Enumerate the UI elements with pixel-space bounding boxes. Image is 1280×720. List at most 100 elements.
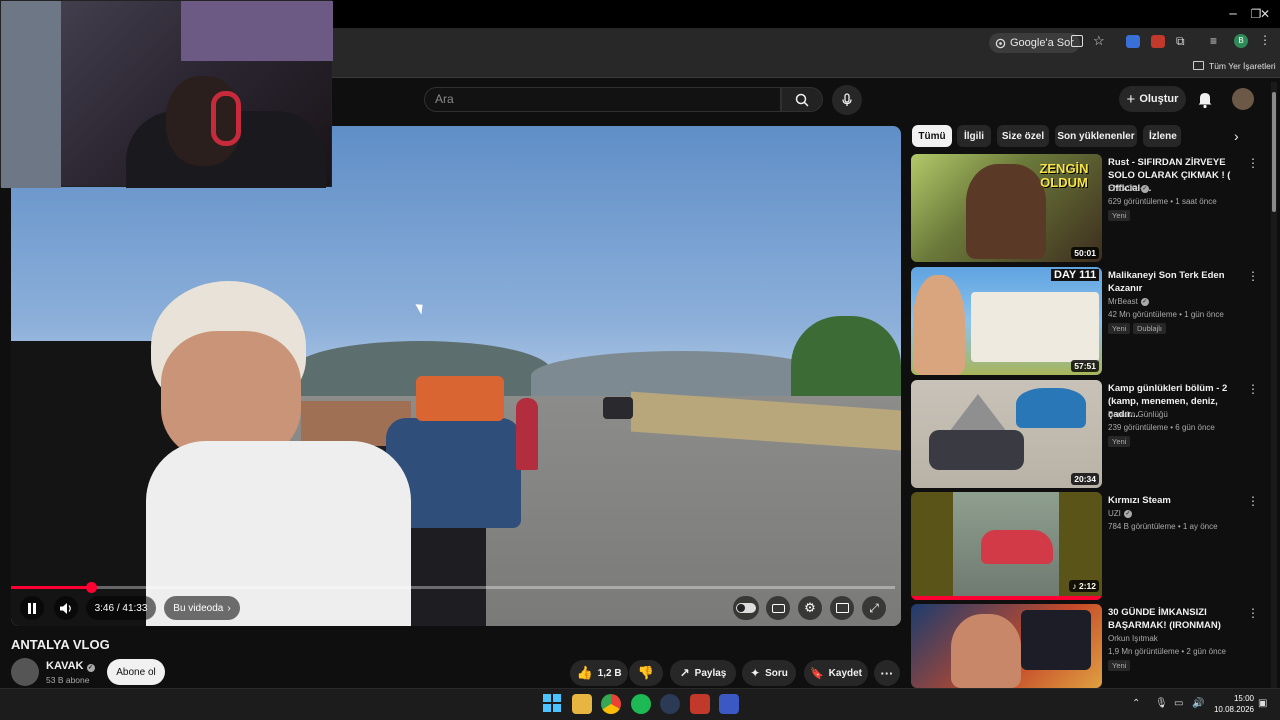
- watched-progress: [911, 596, 1102, 600]
- chip-recent[interactable]: Son yüklenenler: [1055, 125, 1137, 147]
- video-frame-orange-truck: [416, 376, 504, 421]
- search-input[interactable]: Ara: [424, 87, 781, 112]
- notifications-button[interactable]: [1194, 88, 1216, 110]
- channel-name[interactable]: KAVAK ✓: [46, 660, 95, 672]
- recommendation-item[interactable]: ZENGİN OLDUM 50:01 Rust - SIFIRDAN ZİRVE…: [911, 154, 1266, 262]
- video-thumbnail[interactable]: ZENGİN OLDUM 50:01: [911, 154, 1102, 262]
- recommendation-item[interactable]: DAY 111 57:51 Malikaneyi Son Terk Eden K…: [911, 267, 1266, 375]
- more-vertical-icon[interactable]: ⋮: [1247, 269, 1259, 283]
- recommendation-item[interactable]: ♪ 2:12 Kırmızı Steam UZI ✓ 784 B görüntül…: [911, 492, 1266, 600]
- recommendation-title[interactable]: Kırmızı Steam: [1108, 494, 1243, 507]
- profile-avatar[interactable]: B: [1234, 34, 1248, 48]
- settings-button[interactable]: ⚙: [798, 596, 822, 620]
- windows-start-icon[interactable]: [543, 694, 563, 714]
- app-red-icon[interactable]: [690, 694, 710, 714]
- chapters-button[interactable]: Bu videoda ›: [164, 596, 240, 620]
- verified-icon: ✓: [1123, 509, 1132, 518]
- recommendation-title[interactable]: 30 GÜNDE İMKANSIZI BAŞARMAK! (IRONMAN): [1108, 606, 1243, 632]
- cast-icon[interactable]: [1071, 35, 1083, 47]
- scrollbar-thumb[interactable]: [1272, 92, 1276, 212]
- thumbnail-tent-gray: [949, 394, 1007, 432]
- tray-mic-icon[interactable]: 🎙: [1155, 698, 1168, 709]
- file-explorer-icon[interactable]: [572, 694, 592, 714]
- video-thumbnail[interactable]: 20:34: [911, 380, 1102, 488]
- recommendation-item[interactable]: 30 GÜNDE İMKANSIZI BAŞARMAK! (IRONMAN) O…: [911, 604, 1266, 688]
- subscribe-button[interactable]: Abone ol: [107, 659, 165, 685]
- chrome-icon[interactable]: [601, 694, 621, 714]
- close-button[interactable]: ✕: [1254, 4, 1276, 24]
- video-thumbnail[interactable]: DAY 111 57:51: [911, 267, 1102, 375]
- more-vertical-icon[interactable]: ⋮: [1247, 382, 1259, 396]
- pause-button[interactable]: [20, 596, 44, 620]
- fullscreen-icon: ⤢: [869, 600, 879, 615]
- search-button[interactable]: [781, 87, 823, 112]
- recommendation-title[interactable]: Malikaneyi Son Terk Eden Kazanır: [1108, 269, 1243, 295]
- recommendation-channel[interactable]: UZI ✓: [1108, 509, 1132, 518]
- extensions-puzzle-icon[interactable]: ⧉: [1176, 34, 1185, 49]
- autoplay-toggle[interactable]: [733, 596, 759, 620]
- more-vertical-icon[interactable]: ⋮: [1247, 494, 1259, 508]
- toggle-track: [736, 603, 756, 613]
- recommendation-meta: 629 görüntüleme • 1 saat önce: [1108, 197, 1217, 206]
- thumbnail-mansion: [971, 292, 1099, 362]
- extension-red-icon[interactable]: [1151, 35, 1165, 48]
- tray-chevron-icon[interactable]: ⌃: [1132, 698, 1140, 709]
- more-actions-button[interactable]: ···: [874, 660, 900, 686]
- extension-discord-icon[interactable]: [1126, 35, 1140, 48]
- create-label: Oluştur: [1139, 93, 1179, 105]
- thumbs-up-icon: 👍: [576, 665, 593, 681]
- video-duration: 57:51: [1071, 360, 1099, 372]
- recommendation-channel[interactable]: Orkun Işıtmak: [1108, 634, 1158, 643]
- more-vertical-icon[interactable]: ⋮: [1247, 606, 1259, 620]
- notification-center-icon[interactable]: ▣: [1258, 698, 1267, 709]
- channel-avatar[interactable]: [11, 658, 39, 686]
- video-thumbnail[interactable]: ♪ 2:12: [911, 492, 1102, 600]
- sparkle-icon: ✦: [750, 666, 761, 680]
- share-button[interactable]: ↗ Paylaş: [670, 660, 736, 686]
- recommendation-channel[interactable]: MrBeast ✓: [1108, 297, 1149, 306]
- video-player[interactable]: [11, 126, 901, 626]
- chip-related[interactable]: İlgili: [957, 125, 991, 147]
- steam-icon[interactable]: [660, 694, 680, 714]
- recommendation-channel[interactable]: Berat'ın Günlüğü: [1108, 410, 1168, 419]
- chip-for-you[interactable]: Size özel: [997, 125, 1049, 147]
- video-thumbnail[interactable]: [911, 604, 1102, 688]
- recommendation-item[interactable]: 20:34 Kamp günlükleri bölüm - 2 (kamp, m…: [911, 380, 1266, 488]
- miniplayer-button[interactable]: [830, 596, 854, 620]
- video-duration: ♪ 2:12: [1069, 580, 1099, 592]
- chips-next-icon[interactable]: ›: [1234, 128, 1239, 144]
- progress-played: [11, 586, 92, 589]
- chip-all[interactable]: Tümü: [912, 125, 952, 147]
- tray-volume-icon[interactable]: 🔊: [1192, 698, 1204, 709]
- chip-watched[interactable]: İzlene: [1143, 125, 1181, 147]
- create-button[interactable]: + Oluştur: [1119, 86, 1186, 112]
- like-button[interactable]: 👍 1,2 B: [570, 660, 628, 686]
- dislike-button[interactable]: 👎: [629, 660, 663, 686]
- media-control-icon[interactable]: ≡: [1210, 34, 1217, 48]
- minimize-button[interactable]: ─: [1222, 4, 1244, 24]
- recommendation-channel[interactable]: ENGOO ✓: [1108, 184, 1149, 193]
- recommendation-meta: 42 Mn görüntüleme • 1 gün önce: [1108, 310, 1224, 319]
- subtitles-button[interactable]: [766, 596, 790, 620]
- spotify-icon[interactable]: [631, 694, 651, 714]
- account-avatar[interactable]: [1232, 88, 1254, 110]
- save-button[interactable]: 🔖 Kaydet: [804, 660, 868, 686]
- microphone-icon: [842, 93, 852, 106]
- ask-button[interactable]: ✦ Soru: [742, 660, 796, 686]
- verified-icon: ✓: [1140, 297, 1149, 306]
- voice-search-button[interactable]: [832, 85, 862, 115]
- progress-bar[interactable]: [11, 582, 895, 593]
- browser-menu-icon[interactable]: ⋮: [1259, 33, 1271, 47]
- taskbar-clock[interactable]: 15:00 10.08.2026: [1210, 693, 1254, 715]
- volume-button[interactable]: [54, 596, 78, 620]
- app-blue-icon[interactable]: [719, 694, 739, 714]
- bookmark-star-icon[interactable]: ☆: [1093, 33, 1105, 49]
- more-vertical-icon[interactable]: ⋮: [1247, 156, 1259, 170]
- fullscreen-button[interactable]: ⤢: [862, 596, 886, 620]
- webcam-window: [1, 1, 61, 188]
- new-badge: Yeni: [1108, 210, 1131, 221]
- google-ask-chip[interactable]: Google'a Sor: [989, 33, 1080, 53]
- all-bookmarks-link[interactable]: Tüm Yer İşaretleri: [1209, 61, 1276, 71]
- video-frame-mountain: [531, 351, 831, 401]
- tray-network-icon[interactable]: ▭: [1174, 698, 1183, 709]
